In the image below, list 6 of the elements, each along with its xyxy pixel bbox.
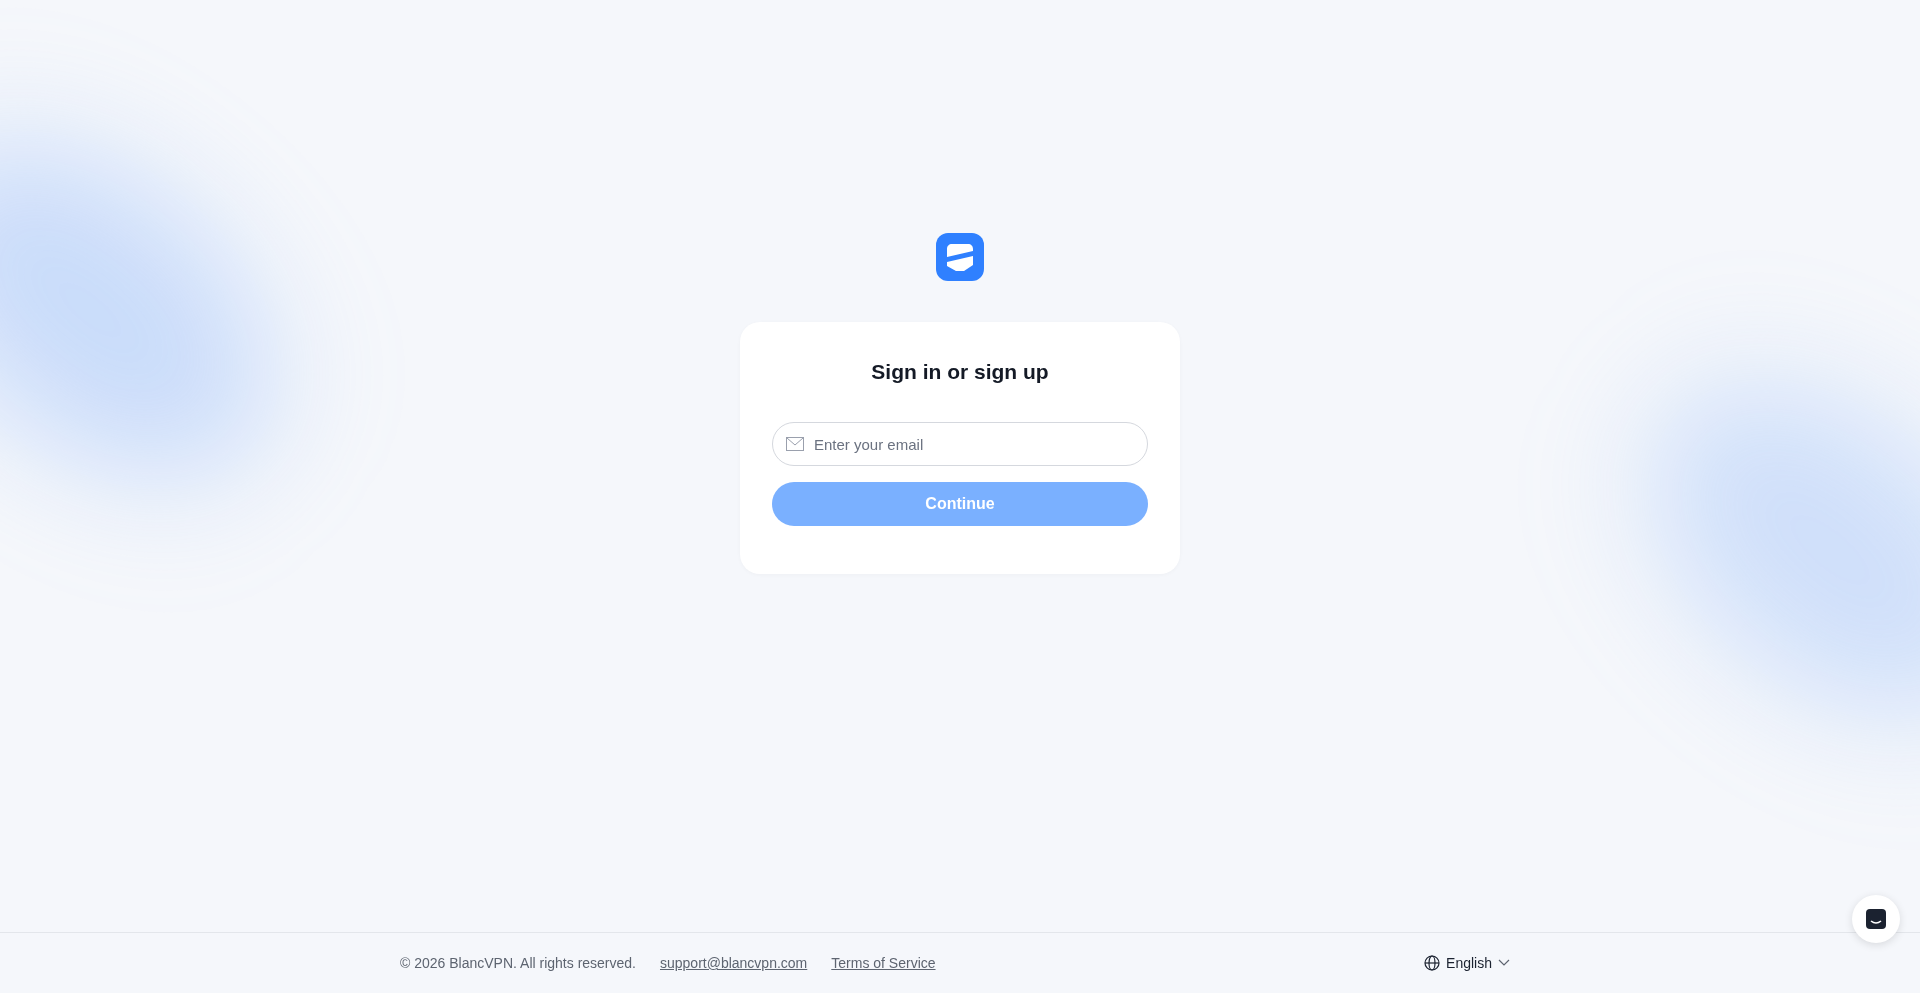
copyright-text: © 2026 BlancVPN. All rights reserved. bbox=[400, 955, 636, 971]
card-title: Sign in or sign up bbox=[871, 360, 1049, 384]
email-field[interactable]: Enter your email bbox=[772, 422, 1148, 466]
footer-link[interactable]: Terms of Service bbox=[831, 955, 936, 971]
footer-link[interactable]: support@blancvpn.com bbox=[660, 955, 808, 971]
language-selector[interactable]: English bbox=[1424, 955, 1510, 971]
